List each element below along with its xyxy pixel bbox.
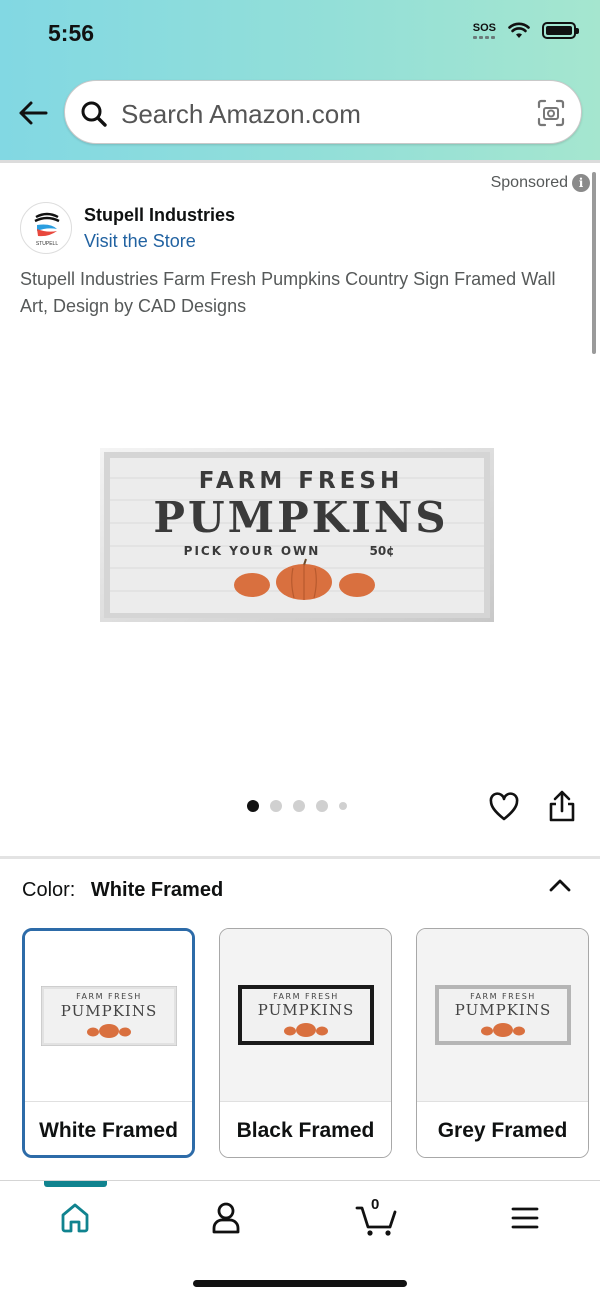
header-divider [0,160,600,163]
search-icon [81,101,107,127]
status-time: 5:56 [48,20,95,46]
section-divider [0,856,600,859]
product-image[interactable]: FARM FRESH PUMPKINS PICK YOUR OWN 50¢ [100,448,494,622]
carousel-dot[interactable] [270,800,282,812]
swatch-sign-line2: PUMPKINS [454,1001,550,1019]
swatch-image: FARM FRESH PUMPKINS [417,929,588,1101]
camera-search-icon[interactable] [537,99,565,127]
chevron-up-icon[interactable] [547,875,573,895]
wifi-icon [508,22,530,38]
home-icon[interactable] [55,1198,95,1238]
sign-line2: PUMPKINS [153,493,448,542]
signal-dots [472,35,496,39]
home-indicator [193,1280,407,1287]
search-input[interactable] [121,99,521,130]
sos-label: SOS [472,21,496,34]
swatch-sign-line2: PUMPKINS [60,1002,156,1020]
sponsored-label[interactable]: Sponsored i [491,174,590,192]
carousel-dot[interactable] [247,800,259,812]
sign-line3: PICK YOUR OWN [184,544,321,558]
color-selector-header: Color: White Framed [22,879,223,902]
swatch-black-framed[interactable]: FARM FRESH PUMPKINS Black Framed [219,928,392,1158]
carousel-dot[interactable] [293,800,305,812]
back-arrow-icon[interactable] [16,96,50,130]
carousel-dot[interactable] [316,800,328,812]
color-swatches: FARM FRESH PUMPKINS White Framed FARM FR… [22,928,589,1158]
swatch-sign-line2: PUMPKINS [257,1001,353,1019]
image-carousel-dots[interactable] [247,800,347,812]
brand-name: Stupell Industries [84,205,236,225]
product-title[interactable]: Stupell Industries Farm Fresh Pumpkins C… [20,266,580,320]
swatch-white-framed[interactable]: FARM FRESH PUMPKINS White Framed [22,928,195,1158]
swatch-grey-framed[interactable]: FARM FRESH PUMPKINS Grey Framed [416,928,589,1158]
color-label: Color: [22,879,76,901]
brand-logo[interactable]: STUPELL [20,202,72,254]
account-icon[interactable] [206,1198,246,1238]
swatch-image: FARM FRESH PUMPKINS [220,929,391,1101]
brand-logo-text: STUPELL [36,241,58,247]
app-header: 5:56 SOS [0,0,600,160]
status-icons: SOS [472,21,579,39]
swatch-sign-line1: FARM FRESH [273,992,339,1001]
heart-icon[interactable] [488,791,520,823]
swatch-label: White Framed [25,1101,192,1155]
swatch-sign-line1: FARM FRESH [76,992,142,1001]
swatch-label: Grey Framed [417,1101,588,1157]
sign-line1: FARM FRESH [199,468,403,494]
scrollbar [592,172,596,354]
selected-color: White Framed [90,879,224,901]
battery-icon [542,22,579,39]
share-icon[interactable] [547,789,577,823]
sos-indicator: SOS [472,21,496,39]
cart-count: 0 [371,1196,380,1213]
sign-price: 50¢ [369,544,394,558]
info-icon[interactable]: i [572,174,590,192]
swatch-sign-line1: FARM FRESH [470,992,536,1001]
search-bar[interactable] [64,80,582,144]
sponsored-text: Sponsored [490,174,568,191]
visit-store-link[interactable]: Visit the Store [84,231,196,252]
nav-active-indicator [44,1181,107,1187]
swatch-image: FARM FRESH PUMPKINS [25,931,192,1101]
swatch-label: Black Framed [220,1101,391,1157]
menu-icon[interactable] [505,1198,545,1238]
carousel-dot[interactable] [339,802,347,810]
